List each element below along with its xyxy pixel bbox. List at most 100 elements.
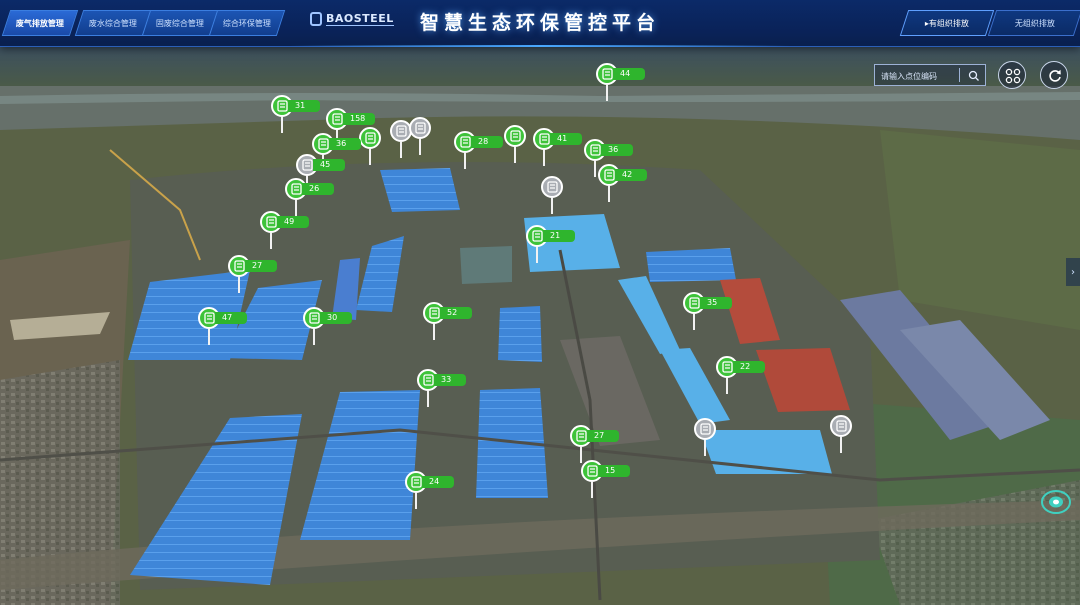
refresh-button[interactable] bbox=[1040, 61, 1068, 89]
monitor-device-icon bbox=[290, 183, 302, 195]
search-icon[interactable] bbox=[966, 68, 982, 84]
monitor-device-icon bbox=[546, 181, 558, 193]
monitor-device-icon bbox=[459, 136, 471, 148]
brand-logo: BAOSTEEL bbox=[310, 10, 394, 28]
monitor-device-icon bbox=[835, 420, 847, 432]
refresh-icon bbox=[1049, 69, 1061, 82]
marker-count-badge: 24 bbox=[422, 476, 454, 488]
grid-view-button[interactable] bbox=[998, 61, 1026, 89]
monitor-device-icon bbox=[428, 307, 440, 319]
monitor-device-icon bbox=[589, 144, 601, 156]
marker-stem bbox=[419, 139, 421, 155]
grid-icon bbox=[1005, 68, 1021, 84]
tab-solid-waste-management[interactable]: 固废综合管理 bbox=[141, 10, 219, 36]
monitor-device-icon bbox=[410, 476, 422, 488]
marker-count-badge: 158 bbox=[343, 113, 375, 125]
marker-stem bbox=[400, 142, 402, 158]
monitor-device-icon bbox=[414, 122, 426, 134]
monitor-device-icon bbox=[422, 374, 434, 386]
marker-stem bbox=[608, 186, 610, 202]
marker-stem bbox=[594, 161, 596, 177]
marker-count-badge: 49 bbox=[277, 216, 309, 228]
marker-stem bbox=[606, 85, 608, 101]
marker-stem bbox=[270, 233, 272, 249]
tab-label: 固废综合管理 bbox=[156, 18, 204, 28]
top-navigation-bar: 废气排放管理 废水综合管理 固废综合管理 综合环保管理 BAOSTEEL 智慧生… bbox=[0, 0, 1080, 47]
marker-stem bbox=[433, 324, 435, 340]
tab-wastewater-management[interactable]: 废水综合管理 bbox=[74, 10, 152, 36]
marker-stem bbox=[704, 440, 706, 456]
marker-count-badge: 28 bbox=[471, 136, 503, 148]
tab-label: 综合环保管理 bbox=[223, 18, 271, 28]
marker-count-badge: 15 bbox=[598, 465, 630, 477]
marker-pin bbox=[694, 418, 716, 440]
marker-stem bbox=[238, 277, 240, 293]
marker-count-badge: 52 bbox=[440, 307, 472, 319]
marker-stem bbox=[464, 153, 466, 169]
marker-count-badge: 45 bbox=[313, 159, 345, 171]
monitor-device-icon bbox=[317, 138, 329, 150]
marker-stem bbox=[514, 147, 516, 163]
chevron-right-icon: › bbox=[1071, 266, 1075, 278]
logo-text: BAOSTEEL bbox=[326, 12, 394, 26]
monitor-device-icon bbox=[301, 159, 313, 171]
monitor-device-icon bbox=[265, 216, 277, 228]
marker-stem bbox=[208, 329, 210, 345]
marker-count-badge: 27 bbox=[245, 260, 277, 272]
monitor-device-icon bbox=[586, 465, 598, 477]
marker-pin bbox=[504, 125, 526, 147]
monitor-device-icon bbox=[601, 68, 613, 80]
marker-stem bbox=[313, 329, 315, 345]
logo-mark-icon bbox=[310, 12, 322, 26]
marker-count-badge: 42 bbox=[615, 169, 647, 181]
tab-unorganized-emission[interactable]: 无组织排放 bbox=[987, 10, 1080, 36]
monitor-device-icon bbox=[575, 430, 587, 442]
monitor-device-icon bbox=[276, 100, 288, 112]
marker-stem bbox=[369, 149, 371, 165]
marker-pin bbox=[409, 117, 431, 139]
monitor-device-icon bbox=[395, 125, 407, 137]
marker-stem bbox=[295, 200, 297, 216]
monitor-device-icon bbox=[203, 312, 215, 324]
tab-label: 无组织排放 bbox=[1015, 18, 1055, 28]
marker-pin bbox=[359, 127, 381, 149]
monitor-device-icon bbox=[538, 133, 550, 145]
monitor-device-icon bbox=[603, 169, 615, 181]
marker-stem bbox=[281, 117, 283, 133]
monitor-device-icon bbox=[233, 260, 245, 272]
tab-exhaust-gas-management[interactable]: 废气排放管理 bbox=[1, 10, 79, 36]
marker-count-badge: 41 bbox=[550, 133, 582, 145]
marker-count-badge: 31 bbox=[288, 100, 320, 112]
marker-count-badge: 47 bbox=[215, 312, 247, 324]
monitor-device-icon bbox=[721, 361, 733, 373]
marker-stem bbox=[693, 314, 695, 330]
tab-label: 废气排放管理 bbox=[16, 18, 64, 28]
marker-stem bbox=[543, 150, 545, 166]
marker-pin bbox=[830, 415, 852, 437]
monitor-device-icon bbox=[364, 132, 376, 144]
monitor-device-icon bbox=[308, 312, 320, 324]
side-panel-toggle[interactable]: › bbox=[1066, 258, 1080, 286]
marker-count-badge: 22 bbox=[733, 361, 765, 373]
marker-stem bbox=[536, 247, 538, 263]
marker-count-badge: 26 bbox=[302, 183, 334, 195]
marker-count-badge: 35 bbox=[700, 297, 732, 309]
point-search-box bbox=[874, 64, 986, 86]
marker-count-badge: 36 bbox=[601, 144, 633, 156]
aerial-map[interactable] bbox=[0, 0, 1080, 605]
page-title: 智慧生态环保管控平台 bbox=[419, 12, 660, 34]
search-input[interactable] bbox=[879, 67, 963, 85]
monitor-device-icon bbox=[509, 130, 521, 142]
tab-environmental-management[interactable]: 综合环保管理 bbox=[208, 10, 286, 36]
search-divider bbox=[959, 68, 960, 82]
marker-stem bbox=[427, 391, 429, 407]
marker-stem bbox=[726, 378, 728, 394]
tab-organized-emission[interactable]: ▸有组织排放 bbox=[899, 10, 995, 36]
compass-icon[interactable] bbox=[1040, 488, 1072, 516]
marker-pin bbox=[541, 176, 563, 198]
marker-count-badge: 33 bbox=[434, 374, 466, 386]
marker-count-badge: 27 bbox=[587, 430, 619, 442]
tab-label: 废水综合管理 bbox=[89, 18, 137, 28]
marker-count-badge: 44 bbox=[613, 68, 645, 80]
tab-label: ▸有组织排放 bbox=[924, 18, 969, 28]
